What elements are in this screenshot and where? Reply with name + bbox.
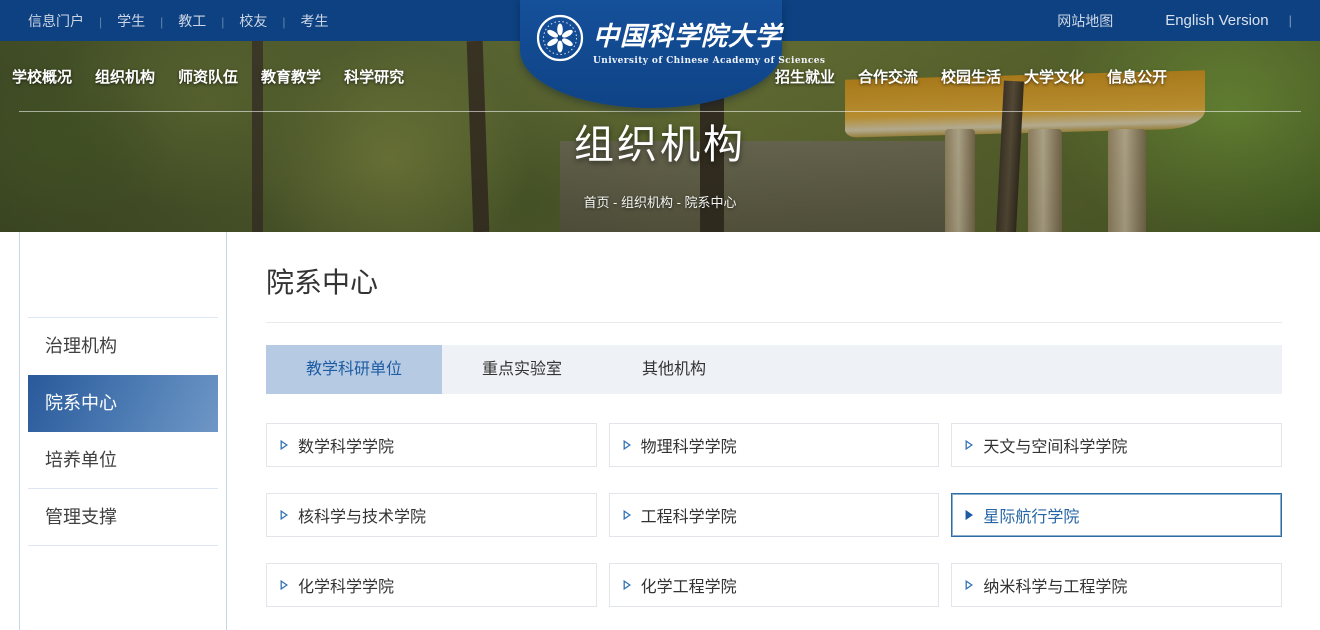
department-name: 工程科学学院 <box>641 503 737 527</box>
department-card[interactable]: 物理科学学院 <box>609 423 940 467</box>
department-card[interactable]: 纳米科学与工程学院 <box>951 563 1282 607</box>
nav-item[interactable]: 招生就业 <box>775 66 835 87</box>
nav-item[interactable]: 校园生活 <box>941 66 1001 87</box>
tab[interactable]: 教学科研单位 <box>266 345 442 394</box>
tab-bar: 教学科研单位 重点实验室 其他机构 <box>266 345 1282 394</box>
nav-item[interactable]: 合作交流 <box>858 66 918 87</box>
expand-arrow-icon <box>280 440 288 450</box>
nav-left-group: 学校概况 组织机构 师资队伍 教育教学 科学研究 <box>12 41 404 111</box>
main-content: 院系中心 教学科研单位 重点实验室 其他机构 数学科学学院 <box>266 232 1282 607</box>
department-card[interactable]: 工程科学学院 <box>609 493 940 537</box>
logo-title-cn: 中国科学院大学 <box>593 16 825 53</box>
section-title: 院系中心 <box>266 232 1282 301</box>
topbar-right: 网站地图 English Version | <box>1057 11 1292 31</box>
nav-right-group: 招生就业 合作交流 校园生活 大学文化 信息公开 <box>775 41 1167 111</box>
nav-item[interactable]: 大学文化 <box>1024 66 1084 87</box>
logo-title-en: University of Chinese Academy of Science… <box>593 56 825 66</box>
nav-item[interactable]: 科学研究 <box>344 66 404 87</box>
department-card[interactable]: 核科学与技术学院 <box>266 493 597 537</box>
sidebar-item[interactable]: 培养单位 <box>28 432 218 489</box>
expand-arrow-icon <box>280 510 288 520</box>
sidebar-item[interactable]: 院系中心 <box>28 375 218 432</box>
expand-arrow-icon <box>965 440 973 450</box>
nav-item[interactable]: 组织机构 <box>95 66 155 87</box>
expand-arrow-icon <box>623 510 631 520</box>
tab[interactable]: 其他机构 <box>602 345 746 394</box>
topbar-link[interactable]: 学生 <box>117 11 178 31</box>
sidebar-item[interactable]: 管理支撑 <box>28 489 218 546</box>
expand-arrow-icon <box>280 580 288 590</box>
department-name: 天文与空间科学学院 <box>983 433 1127 457</box>
department-card[interactable]: 星际航行学院 <box>951 493 1282 537</box>
topbar-link[interactable]: 信息门户 <box>28 11 117 31</box>
topbar-links: 信息门户 学生 教工 校友 考生 <box>28 11 329 31</box>
department-card[interactable]: 数学科学学院 <box>266 423 597 467</box>
nav-item[interactable]: 师资队伍 <box>178 66 238 87</box>
sidebar-item[interactable]: 治理机构 <box>28 318 218 375</box>
department-grid: 数学科学学院 物理科学学院 天文与空间科学学院 <box>266 423 1282 607</box>
department-card[interactable]: 化学工程学院 <box>609 563 940 607</box>
topbar-link[interactable]: 校友 <box>239 11 300 31</box>
sidebar-menu: 治理机构 院系中心 培养单位 管理支撑 <box>20 232 226 546</box>
topbar-link[interactable]: 教工 <box>178 11 239 31</box>
department-name: 核科学与技术学院 <box>298 503 426 527</box>
sidebar-spacer <box>28 232 218 318</box>
department-name: 星际航行学院 <box>983 503 1079 527</box>
page: 信息门户 学生 教工 校友 考生 网站地图 English Version | <box>0 0 1320 630</box>
topbar-separator: | <box>1289 13 1292 28</box>
department-name: 纳米科学与工程学院 <box>983 573 1127 597</box>
topbar-link[interactable]: 考生 <box>301 11 329 31</box>
section-divider <box>266 322 1282 323</box>
nav-item[interactable]: 信息公开 <box>1107 66 1167 87</box>
hero-header: 信息门户 学生 教工 校友 考生 网站地图 English Version | <box>0 0 1320 232</box>
nav-item[interactable]: 学校概况 <box>12 66 72 87</box>
english-version-link[interactable]: English Version <box>1165 12 1268 29</box>
logo-text-block: 中国科学院大学 University of Chinese Academy of… <box>593 14 825 66</box>
department-name: 化学科学学院 <box>298 573 394 597</box>
expand-arrow-icon <box>623 580 631 590</box>
department-card[interactable]: 天文与空间科学学院 <box>951 423 1282 467</box>
department-name: 数学科学学院 <box>298 433 394 457</box>
nav-item[interactable]: 教育教学 <box>261 66 321 87</box>
department-card[interactable]: 化学科学学院 <box>266 563 597 607</box>
tab[interactable]: 重点实验室 <box>442 345 602 394</box>
department-name: 物理科学学院 <box>641 433 737 457</box>
department-name: 化学工程学院 <box>641 573 737 597</box>
expand-arrow-icon <box>623 440 631 450</box>
sidebar: 治理机构 院系中心 培养单位 管理支撑 <box>19 232 227 630</box>
sitemap-link[interactable]: 网站地图 <box>1057 11 1113 31</box>
breadcrumb[interactable]: 首页 - 组织机构 - 院系中心 <box>0 192 1320 211</box>
expand-arrow-icon <box>965 580 973 590</box>
page-title: 组织机构 <box>0 112 1320 170</box>
ucas-seal-icon <box>536 14 584 62</box>
expand-arrow-icon <box>965 510 973 520</box>
